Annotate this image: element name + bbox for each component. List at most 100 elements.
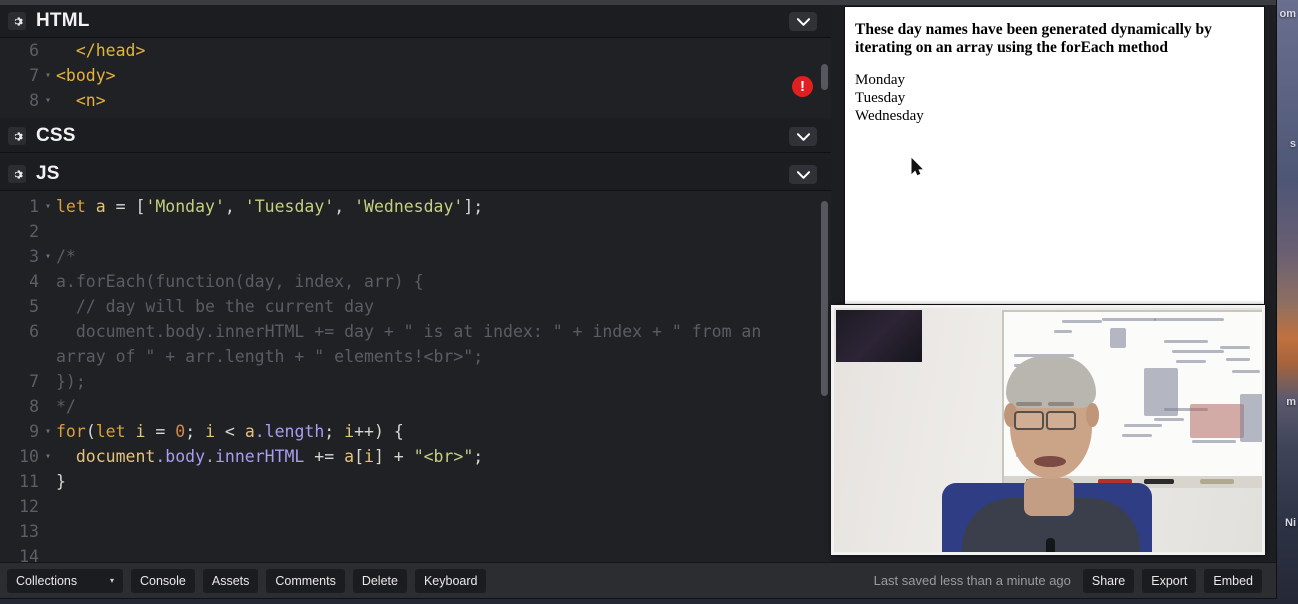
bottom-toolbar: Collections ▾ Console Assets Comments De… [0,562,1276,598]
chevron-down-icon[interactable] [789,165,817,184]
line-number: 7 [29,66,39,85]
html-pane-title: HTML [36,10,90,31]
code-line[interactable]: 3 ▾/* [0,244,831,269]
code-line[interactable]: 5 // day will be the current day [0,294,831,319]
list-item: Monday [855,72,905,88]
code-text: document.body.innerHTML += a[i] + "<br>"… [75,447,484,466]
webcam-overlay[interactable] [831,305,1265,555]
fold-arrow-icon[interactable] [42,269,54,294]
fold-arrow-icon[interactable]: ▾ [42,419,54,444]
code-line[interactable]: 4 a.forEach(function(day, index, arr) { [0,269,831,294]
fold-arrow-icon[interactable] [42,344,54,369]
code-line[interactable]: 6 </head> [0,38,831,63]
webcam-video-frame [834,308,1262,552]
code-line[interactable]: 6 document.body.innerHTML += day + " is … [0,319,831,344]
embed-button[interactable]: Embed [1204,568,1262,593]
fold-arrow-icon[interactable] [42,38,54,63]
fold-arrow-icon[interactable]: ▾ [42,244,54,269]
line-number: 13 [19,522,39,541]
fold-arrow-icon[interactable] [42,519,54,544]
keyboard-button[interactable]: Keyboard [414,568,487,593]
preview-heading: These day names have been generated dyna… [855,21,1212,56]
fold-arrow-icon[interactable]: ▾ [42,63,54,88]
fold-arrow-icon[interactable]: ▾ [42,88,54,113]
css-pane-header[interactable]: CSS [0,120,831,153]
assets-button[interactable]: Assets [202,568,259,593]
fold-arrow-icon[interactable] [42,494,54,519]
code-line[interactable]: 1 ▾ let a = ['Monday', 'Tuesday', 'Wednesd… [0,194,831,219]
chevron-down-icon[interactable] [789,12,817,31]
console-button[interactable]: Console [131,568,195,593]
code-line[interactable]: 12 [0,494,831,519]
code-line[interactable]: 13 [0,519,831,544]
line-number: 6 [29,41,39,60]
code-line[interactable]: 8 */ [0,394,831,419]
desktop-edge-label-0: om [1279,8,1297,20]
chevron-down-icon[interactable] [789,127,817,146]
code-text: } [56,472,66,491]
export-button[interactable]: Export [1142,568,1197,593]
collections-label: Collections [16,573,78,588]
code-text: document.body.innerHTML += day + " is at… [56,322,762,341]
fold-arrow-icon[interactable] [42,469,54,494]
line-number: 4 [29,272,39,291]
code-line[interactable]: 2 [0,219,831,244]
code-text: for(let i = 0; i < a.length; i++) { [56,422,404,441]
share-button[interactable]: Share [1082,568,1135,593]
line-number: 3 [29,247,39,266]
fold-arrow-icon[interactable]: ▾ [42,194,54,219]
collections-dropdown[interactable]: Collections ▾ [7,568,123,593]
code-text: array of " + arr.length + " elements!<br… [56,347,484,366]
line-number: 10 [19,447,39,466]
js-vertical-scrollbar[interactable] [821,201,828,396]
preview-iframe[interactable]: These day names have been generated dyna… [844,6,1265,305]
fold-arrow-icon[interactable] [42,219,54,244]
delete-button[interactable]: Delete [352,568,407,593]
line-number: 8 [29,91,39,110]
gear-icon[interactable] [8,127,26,145]
code-line[interactable]: array of " + arr.length + " elements!<br… [0,344,831,369]
code-line[interactable]: 11} [0,469,831,494]
code-line[interactable]: 7 ▾ <body> [0,63,831,88]
editor-column: HTML 6 </head>7▾<body>8▾ <n> ! CSS [0,5,831,569]
person-neck [1024,478,1074,516]
html-code-area[interactable]: 6 </head> 7 ▾ <body> 8 ▾ <n> ! [0,38,831,118]
fold-arrow-icon[interactable] [42,319,54,344]
codepen-editor-window: HTML 6 </head>7▾<body>8▾ <n> ! CSS [0,0,1276,598]
js-pane-header[interactable]: JS [0,158,831,191]
comments-button[interactable]: Comments [266,568,345,593]
fold-arrow-icon[interactable] [42,294,54,319]
gear-icon[interactable] [8,12,26,30]
code-text: <n> [75,91,106,110]
person-hair [1006,356,1096,408]
eyeglasses-right-lens [1046,411,1076,430]
line-number: 9 [29,422,39,441]
chevron-down-icon: ▾ [109,576,114,585]
lapel-microphone [1046,538,1055,552]
desktop-edge-label-1: s [1289,138,1296,150]
html-scrollbar[interactable] [821,64,828,90]
line-number: 1 [29,197,39,216]
code-text: /* [56,247,76,266]
person-ear-right [1086,403,1099,427]
error-badge[interactable]: ! [792,76,813,97]
line-number: 5 [29,297,39,316]
html-pane-header[interactable]: HTML [0,5,831,38]
code-line[interactable]: 10 ▾ document.body.innerHTML += a[i] + "<… [0,444,831,469]
list-item: Wednesday [855,108,924,124]
js-code-area[interactable]: 1 ▾ let a = ['Monday', 'Tuesday', 'Wednesd… [0,191,831,569]
line-number [0,344,42,369]
code-line[interactable]: 9 ▾ for(let i = 0; i < a.length; i++) { [0,419,831,444]
js-pane-title: JS [36,163,60,184]
code-line[interactable]: 7}); [0,369,831,394]
code-text: */ [56,397,76,416]
fold-arrow-icon[interactable] [42,369,54,394]
gear-icon[interactable] [8,165,26,183]
code-line[interactable]: 8 ▾ <n> [0,88,831,113]
line-number: 7 [29,372,39,391]
fold-arrow-icon[interactable] [42,394,54,419]
fold-arrow-icon[interactable]: ▾ [42,444,54,469]
